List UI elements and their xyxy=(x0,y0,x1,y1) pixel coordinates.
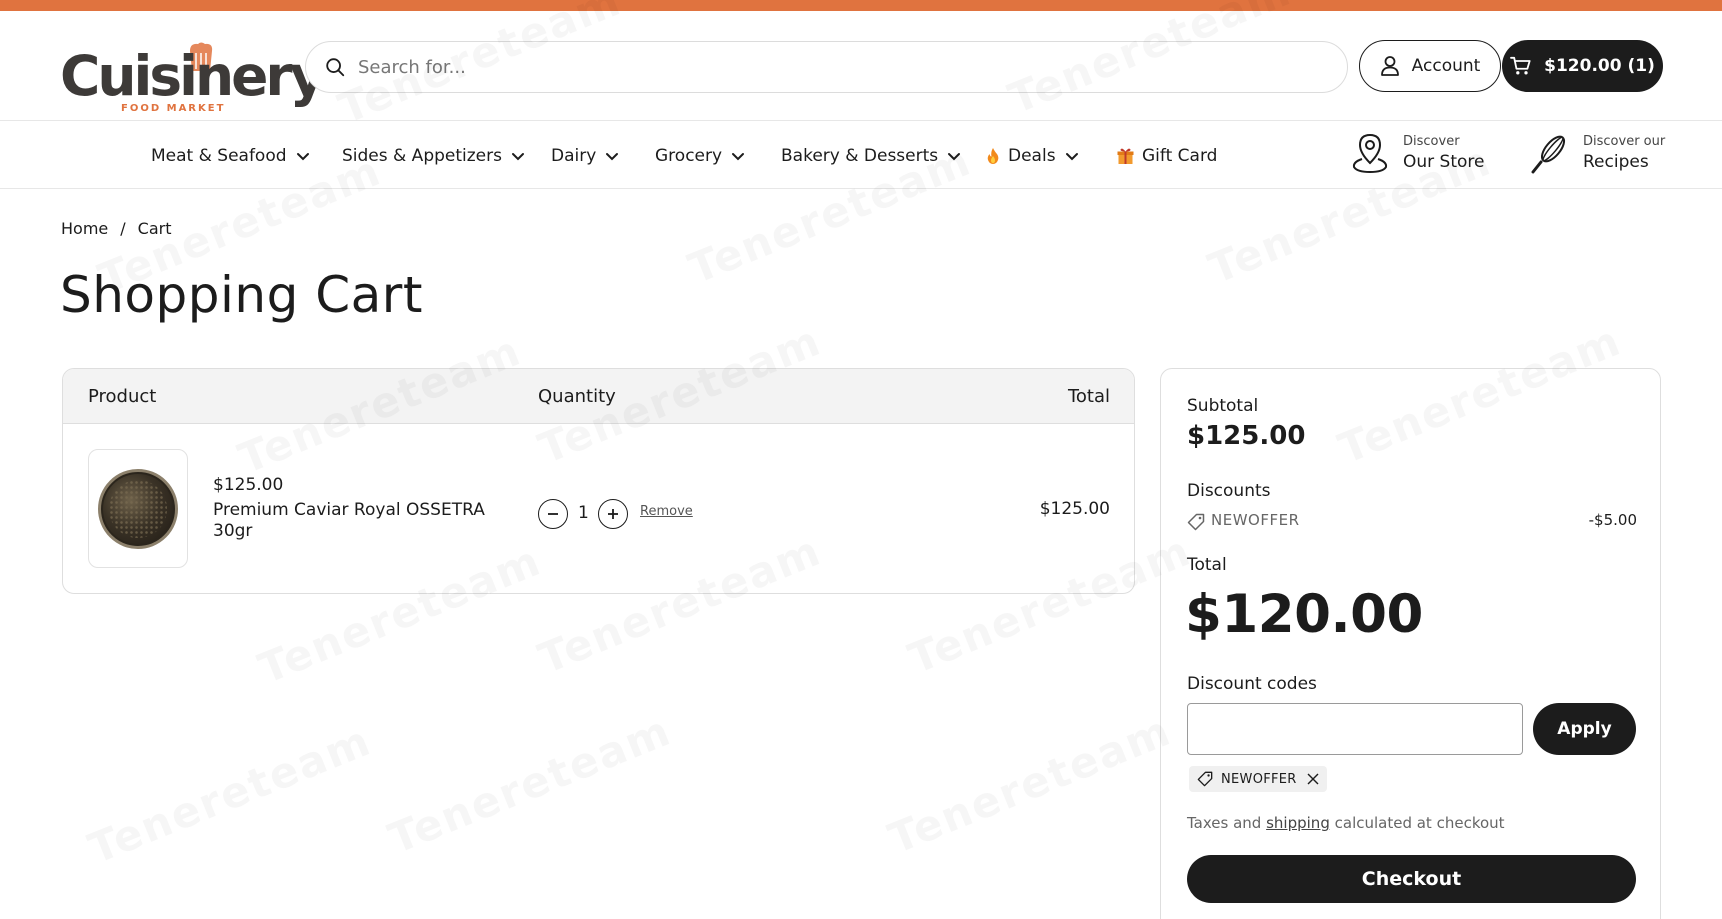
main-navigation: Meat & Seafood Sides & Appetizers Dairy … xyxy=(0,122,1722,189)
map-pin-icon xyxy=(1352,133,1388,174)
nav-label: Grocery xyxy=(655,146,723,166)
discover-store-link[interactable]: Discover Our Store xyxy=(1351,132,1484,174)
discount-code-input[interactable] xyxy=(1187,703,1523,755)
total-value: $120.00 xyxy=(1185,584,1423,645)
discount-row: NEWOFFER -$5.00 xyxy=(1187,511,1637,535)
site-header: Cuisinery FOOD MARKET Account $120.00 (1… xyxy=(0,11,1722,121)
top-accent-bar xyxy=(0,0,1722,11)
nav-item-meat-seafood[interactable]: Meat & Seafood xyxy=(151,143,311,169)
nav-label: Deals xyxy=(1008,146,1056,166)
search-bar[interactable] xyxy=(305,41,1348,93)
cart-table: Product Quantity Total $125.00 Premium C… xyxy=(62,368,1135,594)
taxes-note: Taxes and shipping calculated at checkou… xyxy=(1187,814,1505,832)
discounts-label: Discounts xyxy=(1187,481,1271,501)
discount-amount: -$5.00 xyxy=(1588,511,1637,529)
brand-name: Cuisinery xyxy=(60,44,325,108)
discover-store-big: Our Store xyxy=(1403,152,1485,172)
brand-tagline: FOOD MARKET xyxy=(121,103,226,114)
order-summary: Subtotal $125.00 Discounts NEWOFFER -$5.… xyxy=(1160,368,1661,919)
quantity-decrease-button[interactable] xyxy=(538,499,568,529)
nav-label: Dairy xyxy=(551,146,597,166)
taxes-before: Taxes and xyxy=(1187,814,1262,832)
subtotal-label: Subtotal xyxy=(1187,396,1259,416)
plus-icon xyxy=(608,509,618,519)
subtotal-value: $125.00 xyxy=(1187,421,1306,451)
chevron-down-icon xyxy=(606,153,619,161)
apply-discount-button[interactable]: Apply xyxy=(1533,703,1636,755)
nav-label: Gift Card xyxy=(1142,146,1218,166)
checkout-button[interactable]: Checkout xyxy=(1187,855,1636,903)
discover-recipes-small: Discover our xyxy=(1583,134,1666,149)
page-title: Shopping Cart xyxy=(60,266,423,324)
watermark-text: Tenereteam xyxy=(882,706,1178,864)
search-icon xyxy=(326,58,345,77)
product-image[interactable] xyxy=(88,449,188,568)
total-label: Total xyxy=(1187,555,1227,575)
breadcrumb: Home / Cart xyxy=(61,219,171,238)
close-icon[interactable] xyxy=(1307,773,1319,785)
column-product: Product xyxy=(88,386,157,407)
account-button[interactable]: Account xyxy=(1359,40,1501,92)
discover-store-small: Discover xyxy=(1403,134,1460,149)
nav-item-deals[interactable]: Deals xyxy=(986,143,1080,169)
nav-label: Sides & Appetizers xyxy=(342,146,502,166)
breadcrumb-home[interactable]: Home xyxy=(61,219,108,238)
nav-label: Meat & Seafood xyxy=(151,146,287,166)
brand-logo[interactable]: Cuisinery FOOD MARKET xyxy=(60,41,325,115)
quantity-increase-button[interactable] xyxy=(598,499,628,529)
minus-icon xyxy=(548,513,558,515)
nav-item-sides-appetizers[interactable]: Sides & Appetizers xyxy=(342,143,526,169)
fire-icon xyxy=(987,148,999,164)
column-total: Total xyxy=(1067,386,1110,407)
discount-code-text: NEWOFFER xyxy=(1211,511,1300,529)
watermark-text: Tenereteam xyxy=(82,716,378,874)
chevron-down-icon xyxy=(511,153,524,161)
nav-item-grocery[interactable]: Grocery xyxy=(655,143,746,169)
shipping-link[interactable]: shipping xyxy=(1266,814,1330,832)
whisk-icon xyxy=(1531,135,1566,174)
remove-item-link[interactable]: Remove xyxy=(640,504,693,519)
user-icon xyxy=(1380,56,1399,76)
cart-summary-label: $120.00 (1) xyxy=(1544,56,1655,76)
applied-discount-chip: NEWOFFER xyxy=(1189,766,1327,792)
gift-icon xyxy=(1117,148,1134,164)
account-label: Account xyxy=(1411,56,1481,76)
taxes-after: calculated at checkout xyxy=(1334,814,1505,832)
nav-item-dairy[interactable]: Dairy xyxy=(551,143,620,169)
discount-codes-label: Discount codes xyxy=(1187,674,1317,694)
tag-icon xyxy=(1187,513,1205,531)
chevron-down-icon xyxy=(948,153,961,161)
cart-icon xyxy=(1510,56,1531,75)
tag-icon xyxy=(1197,771,1213,787)
cart-table-header: Product Quantity Total xyxy=(63,369,1134,424)
chevron-down-icon xyxy=(296,153,309,161)
chevron-down-icon xyxy=(1065,153,1078,161)
search-input[interactable] xyxy=(358,42,1318,92)
breadcrumb-current: Cart xyxy=(137,219,172,238)
nav-item-gift-card[interactable]: Gift Card xyxy=(1117,143,1217,169)
caviar-tin-image xyxy=(98,468,178,549)
applied-discount-code: NEWOFFER xyxy=(1221,771,1297,787)
column-quantity: Quantity xyxy=(538,386,616,407)
breadcrumb-separator: / xyxy=(120,219,126,238)
chevron-down-icon xyxy=(732,153,745,161)
product-name-link[interactable]: Premium Caviar Royal OSSETRA 30gr xyxy=(213,500,513,542)
watermark-text: Tenereteam xyxy=(382,706,678,864)
cart-button[interactable]: $120.00 (1) xyxy=(1502,40,1663,92)
nav-label: Bakery & Desserts xyxy=(781,146,939,166)
line-total: $125.00 xyxy=(1039,499,1110,519)
discover-recipes-big: Recipes xyxy=(1583,152,1649,172)
nav-item-bakery-desserts[interactable]: Bakery & Desserts xyxy=(781,143,962,169)
discover-recipes-link[interactable]: Discover our Recipes xyxy=(1529,132,1665,174)
product-unit-price: $125.00 xyxy=(213,475,284,495)
quantity-value[interactable]: 1 xyxy=(578,503,589,523)
